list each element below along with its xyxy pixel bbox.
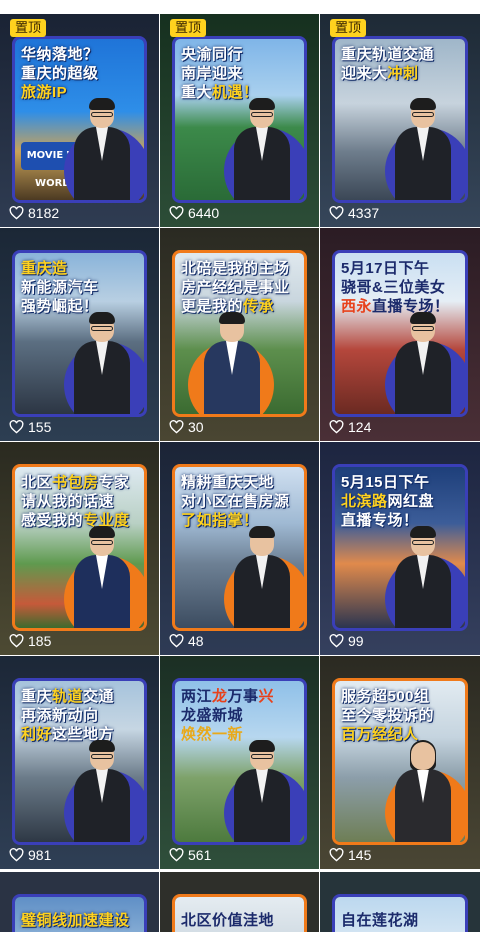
presenter-figure	[204, 312, 260, 414]
likes-count: 124	[329, 419, 371, 435]
likes-count: 30	[169, 419, 204, 435]
heart-outline-icon	[329, 848, 344, 862]
video-card[interactable]: 璧铜线加速建设	[0, 872, 159, 932]
card-headline: 服务超500组 至今零投诉的 百万经纪人	[341, 688, 435, 743]
likes-count: 6440	[169, 205, 219, 221]
presenter-figure	[74, 312, 130, 414]
card-headline: 5月15日下午 北滨路网红盘 直播专场！	[341, 474, 435, 529]
video-card[interactable]: 5月15日下午 北滨路网红盘 直播专场！ 99	[320, 442, 480, 655]
card-headline: 精耕重庆天地 对小区在售房源 了如指掌！	[181, 474, 290, 529]
video-card[interactable]: 5月17日下午 骁哥&三位美女 西永直播专场！ 124	[320, 228, 480, 441]
presenter-figure	[395, 740, 451, 842]
video-card[interactable]: 两江龙万事兴 龙盛新城 焕然一新 561	[160, 656, 319, 869]
presenter-figure	[395, 98, 451, 200]
likes-count: 981	[9, 847, 51, 863]
card-headline: 重庆轨道交通 迎来大冲刺	[341, 46, 435, 82]
presenter-figure	[395, 526, 451, 628]
video-card[interactable]: 重庆轨道交通 迎来大冲刺 置顶 4337	[320, 14, 480, 227]
heart-outline-icon	[169, 848, 184, 862]
heart-outline-icon	[169, 206, 184, 220]
likes-count: 8182	[9, 205, 59, 221]
presenter-figure	[234, 526, 290, 628]
card-headline: 北碚是我的主场 房产经纪是事业 更是我的传承	[181, 260, 290, 315]
video-card[interactable]: 重庆轨道交通 再添新动向 利好这些地方 981	[0, 656, 159, 869]
card-headline: 两江龙万事兴 龙盛新城 焕然一新	[181, 688, 275, 743]
likes-count: 561	[169, 847, 211, 863]
likes-count: 155	[9, 419, 51, 435]
likes-count: 99	[329, 633, 364, 649]
heart-outline-icon	[169, 420, 184, 434]
presenter-figure	[74, 526, 130, 628]
presenter-figure	[74, 740, 130, 842]
card-headline: 央渝同行 南岸迎来 重大机遇！	[181, 46, 259, 101]
video-card[interactable]: 央渝同行 南岸迎来 重大机遇！ 置顶 6440	[160, 14, 319, 227]
heart-outline-icon	[329, 420, 344, 434]
presenter-figure	[234, 98, 290, 200]
card-headline: 自在莲花湖	[341, 912, 419, 929]
heart-outline-icon	[9, 848, 24, 862]
heart-outline-icon	[169, 634, 184, 648]
video-card[interactable]: 重庆造 新能源汽车 强势崛起！ 155	[0, 228, 159, 441]
card-headline: 重庆造 新能源汽车 强势崛起！	[21, 260, 99, 315]
video-card[interactable]: 精耕重庆天地 对小区在售房源 了如指掌！ 48	[160, 442, 319, 655]
pin-badge: 置顶	[10, 19, 47, 37]
video-card[interactable]: 服务超500组 至今零投诉的 百万经纪人 145	[320, 656, 480, 869]
likes-count: 48	[169, 633, 204, 649]
card-headline: 华纳落地？ 重庆的超级 旅游IP	[21, 46, 99, 101]
presenter-figure	[234, 740, 290, 842]
pin-badge: 置顶	[170, 19, 207, 37]
card-headline: 北区价值洼地	[181, 912, 275, 929]
heart-outline-icon	[9, 206, 24, 220]
likes-count: 4337	[329, 205, 379, 221]
video-card[interactable]: 北碚是我的主场 房产经纪是事业 更是我的传承 30	[160, 228, 319, 441]
card-headline: 北区书包房专家 请从我的话速 感受我的专业度	[21, 474, 130, 529]
video-grid: MOVIE WB WORLD 华纳落地？ 重庆的超级 旅游IP 置顶 8182 央渝…	[0, 14, 480, 869]
video-card[interactable]: 北区价值洼地	[160, 872, 319, 932]
pin-badge: 置顶	[330, 19, 367, 37]
likes-count: 145	[329, 847, 371, 863]
status-strip	[0, 0, 480, 14]
video-card[interactable]: MOVIE WB WORLD 华纳落地？ 重庆的超级 旅游IP 置顶 8182	[0, 14, 159, 227]
presenter-figure	[74, 98, 130, 200]
video-grid-row-partial: 璧铜线加速建设 北区价值洼地 自在莲花湖	[0, 872, 480, 932]
presenter-figure	[395, 312, 451, 414]
card-headline: 重庆轨道交通 再添新动向 利好这些地方	[21, 688, 115, 743]
heart-outline-icon	[9, 420, 24, 434]
video-card[interactable]: 北区书包房专家 请从我的话速 感受我的专业度 185	[0, 442, 159, 655]
heart-outline-icon	[9, 634, 24, 648]
heart-outline-icon	[329, 206, 344, 220]
heart-outline-icon	[329, 634, 344, 648]
likes-count: 185	[9, 633, 51, 649]
video-card[interactable]: 自在莲花湖	[320, 872, 480, 932]
card-headline: 璧铜线加速建设	[21, 912, 130, 929]
card-headline: 5月17日下午 骁哥&三位美女 西永直播专场！	[341, 260, 450, 315]
